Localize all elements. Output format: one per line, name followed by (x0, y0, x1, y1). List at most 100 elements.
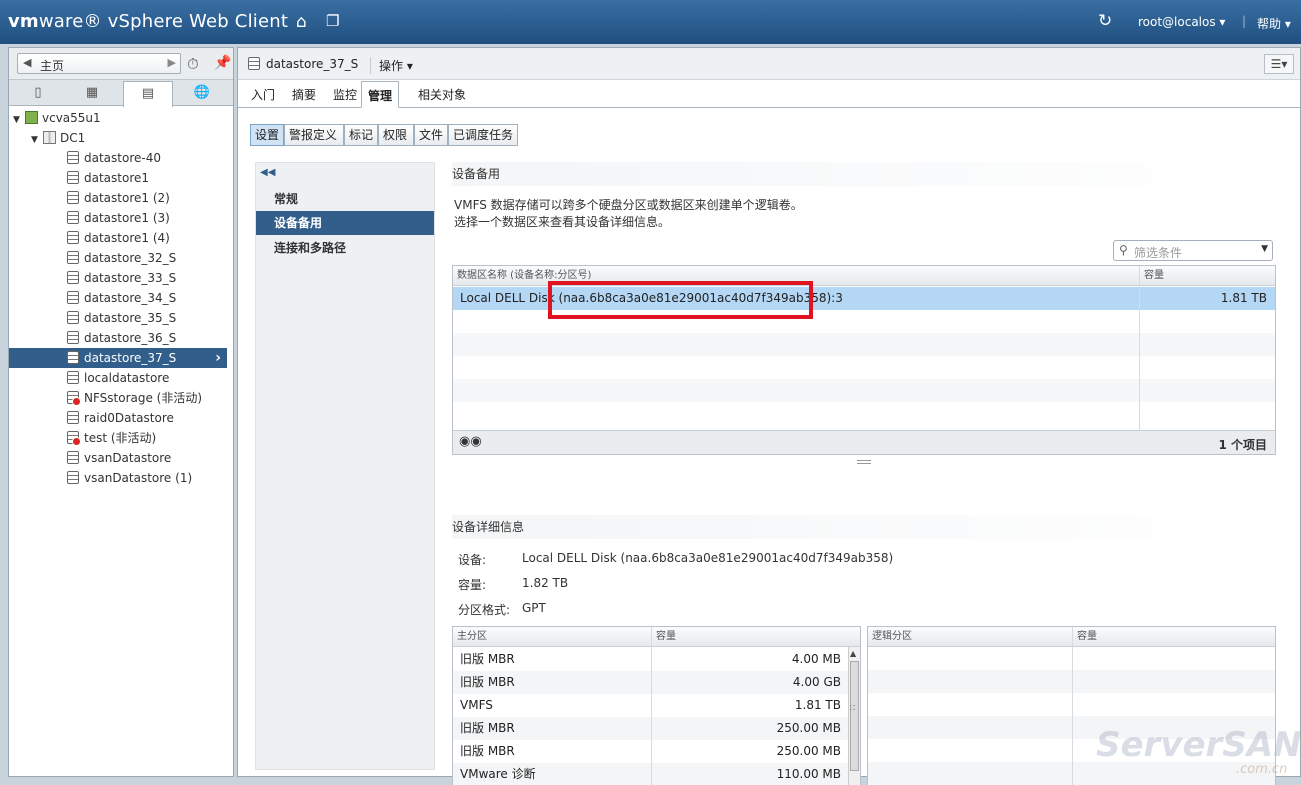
tree-node-label: datastore_33_S (84, 271, 177, 285)
history-icon[interactable]: ⏱ (187, 55, 199, 73)
subtab-1[interactable]: 警报定义 (284, 124, 344, 146)
watermark-logo: ServerSAN (1096, 725, 1301, 765)
networking-tab-icon[interactable]: 🌐 (177, 81, 227, 106)
tab-3[interactable]: 管理 (361, 81, 400, 108)
primary-tabs: 入门 摘要 监控 管理 相关对象 (238, 81, 1300, 108)
subtab-2[interactable]: 标记 (344, 124, 378, 146)
tree-node-datastore[interactable]: datastore_33_S (67, 268, 176, 288)
tree-node-datastore[interactable]: localdatastore (67, 368, 169, 388)
back-arrow-icon[interactable]: ◀ (23, 56, 31, 69)
partition-name-cell: 旧版 MBR (460, 721, 515, 735)
subtab-4[interactable]: 文件 (414, 124, 448, 146)
device-value: Local DELL Disk (naa.6b8ca3a0e81e29001ac… (522, 551, 894, 565)
tree-node-datastore[interactable]: NFSstorage (非活动) (67, 388, 202, 408)
scroll-thumb[interactable] (850, 661, 859, 771)
tree-node-datastore[interactable]: datastore_32_S (67, 248, 176, 268)
tree-node-datastore[interactable]: vsanDatastore (67, 448, 171, 468)
tree-node-datastore[interactable]: datastore_35_S (67, 308, 176, 328)
tree-node-label: datastore1 (3) (84, 211, 170, 225)
pin-icon[interactable]: 📌 (214, 55, 231, 71)
splitter-handle[interactable] (857, 460, 871, 464)
object-title: datastore_37_S (248, 57, 358, 71)
tree-node-datastore[interactable]: datastore-40 (67, 148, 161, 168)
actions-menu[interactable]: 操作 ▾ (370, 57, 413, 74)
expand-triangle-icon[interactable]: ▼ (31, 130, 43, 150)
tree-node-datastore[interactable]: datastore_34_S (67, 288, 176, 308)
device-details-title: 设备详细信息 (452, 515, 1276, 539)
capacity-value: 1.82 TB (522, 576, 569, 590)
extent-capacity-cell[interactable]: 1.81 TB (1221, 287, 1267, 310)
settings-menu: ◀◀ 常规 设备备用 连接和多路径 (255, 162, 435, 770)
tree-node-datastore[interactable]: raid0Datastore (67, 408, 174, 428)
tab-1[interactable]: 摘要 (292, 86, 316, 103)
help-menu[interactable]: 帮助 ▾ (1257, 15, 1291, 32)
tab-0[interactable]: 入门 (251, 86, 275, 103)
tab-4[interactable]: 相关对象 (418, 86, 466, 103)
column-header-partition-capacity[interactable]: 容量 (651, 627, 860, 647)
column-header-primary-partition[interactable]: 主分区 (453, 627, 651, 647)
datastore-icon (67, 351, 79, 364)
datastore-icon (67, 251, 79, 264)
user-menu[interactable]: root@localos ▾ (1138, 15, 1225, 29)
tree-node-datastore[interactable]: datastore1 (2) (67, 188, 170, 208)
top-header: vmware® vSphere Web Client ⌂ ❐ ↻ root@lo… (0, 0, 1301, 44)
filter-input[interactable]: ⚲ 筛选条件 ▼ (1113, 240, 1273, 261)
tree-node-label: test (非活动) (84, 431, 157, 445)
scroll-up-icon[interactable]: ▲ (850, 649, 856, 658)
column-header-logical-capacity[interactable]: 容量 (1072, 627, 1275, 647)
content-area: 设备备用 VMFS 数据存储可以跨多个硬盘分区或数据区来创建单个逻辑卷。 选择一… (452, 162, 1276, 785)
tree-node-datastore[interactable]: vsanDatastore (1) (67, 468, 192, 488)
tree-node-datastore[interactable]: datastore1 (67, 168, 149, 188)
tab-2[interactable]: 监控 (333, 86, 357, 103)
tree-node-datastore[interactable]: datastore_37_S › (9, 348, 227, 368)
hosts-clusters-tab-icon[interactable]: ▯ (13, 81, 63, 106)
partition-name-cell: VMware 诊断 (460, 767, 536, 781)
menu-list-icon[interactable]: ☰▾ (1264, 54, 1294, 74)
tree-node-datastore[interactable]: datastore1 (3) (67, 208, 170, 228)
subtab-0[interactable]: 设置 (250, 124, 284, 146)
tree-node-datastore[interactable]: datastore_36_S (67, 328, 176, 348)
expand-triangle-icon[interactable]: ▼ (13, 110, 25, 130)
storage-tab-icon[interactable]: ▤ (123, 81, 173, 107)
device-backing-description-1: VMFS 数据存储可以跨多个硬盘分区或数据区来创建单个逻辑卷。 (454, 198, 803, 212)
subtab-5[interactable]: 已调度任务 (448, 124, 518, 146)
partition-capacity-cell: 250.00 MB (776, 744, 841, 758)
vms-templates-tab-icon[interactable]: ▦ (67, 81, 117, 106)
tree-node-datastore[interactable]: datastore1 (4) (67, 228, 170, 248)
binoculars-icon[interactable]: ◉◉ (459, 434, 482, 449)
datastore-icon (67, 411, 79, 424)
tree-node-datacenter[interactable]: ▼ DC1 (31, 128, 85, 148)
home-navigation-button[interactable]: ◀ 主页 ▶ (17, 53, 181, 74)
tree-node-label: vsanDatastore (84, 451, 172, 465)
vcenter-icon (25, 111, 38, 124)
settings-menu-item[interactable]: 连接和多路径 (256, 236, 434, 260)
settings-menu-item[interactable]: 常规 (256, 187, 434, 211)
resize-grip-icon[interactable]: :: (849, 702, 856, 713)
column-header-capacity[interactable]: 容量 (1139, 266, 1275, 286)
search-icon: ⚲ (1119, 243, 1128, 257)
scrollbar[interactable]: ▲ ▼ (848, 647, 860, 785)
table-footer: ◉◉ 1 个项目 (453, 430, 1275, 454)
chevron-right-icon[interactable]: › (215, 348, 221, 368)
settings-menu-item[interactable]: 设备备用 (256, 211, 434, 235)
forward-arrow-icon[interactable]: ▶ (168, 56, 176, 69)
datastore-icon (67, 171, 79, 184)
home-label: 主页 (40, 59, 65, 73)
subtab-3[interactable]: 权限 (378, 124, 414, 146)
column-divider (1139, 266, 1140, 431)
partition-name-cell: 旧版 MBR (460, 675, 515, 689)
tree-node-vcenter[interactable]: ▼ vcva55u1 (13, 108, 101, 128)
chevron-down-icon[interactable]: ▼ (1261, 244, 1268, 254)
tree-node-label: datastore-40 (84, 151, 161, 165)
windows-icon[interactable]: ❐ (326, 12, 339, 30)
filter-placeholder: 筛选条件 (1134, 246, 1183, 260)
partition-capacity-cell: 4.00 MB (791, 652, 841, 666)
column-header-logical-partition[interactable]: 逻辑分区 (868, 627, 1072, 647)
primary-partitions-table: 主分区 容量 旧版 MBR 4.00 MB 旧版 MBR 4.00 GB VMFS 1.8… (452, 626, 861, 785)
column-divider (1072, 627, 1073, 785)
collapse-icon[interactable]: ◀◀ (260, 167, 275, 178)
home-icon[interactable]: ⌂ (296, 12, 307, 32)
tree-node-label: datastore_37_S (84, 351, 177, 365)
refresh-icon[interactable]: ↻ (1098, 11, 1112, 31)
tree-node-datastore[interactable]: test (非活动) (67, 428, 156, 448)
